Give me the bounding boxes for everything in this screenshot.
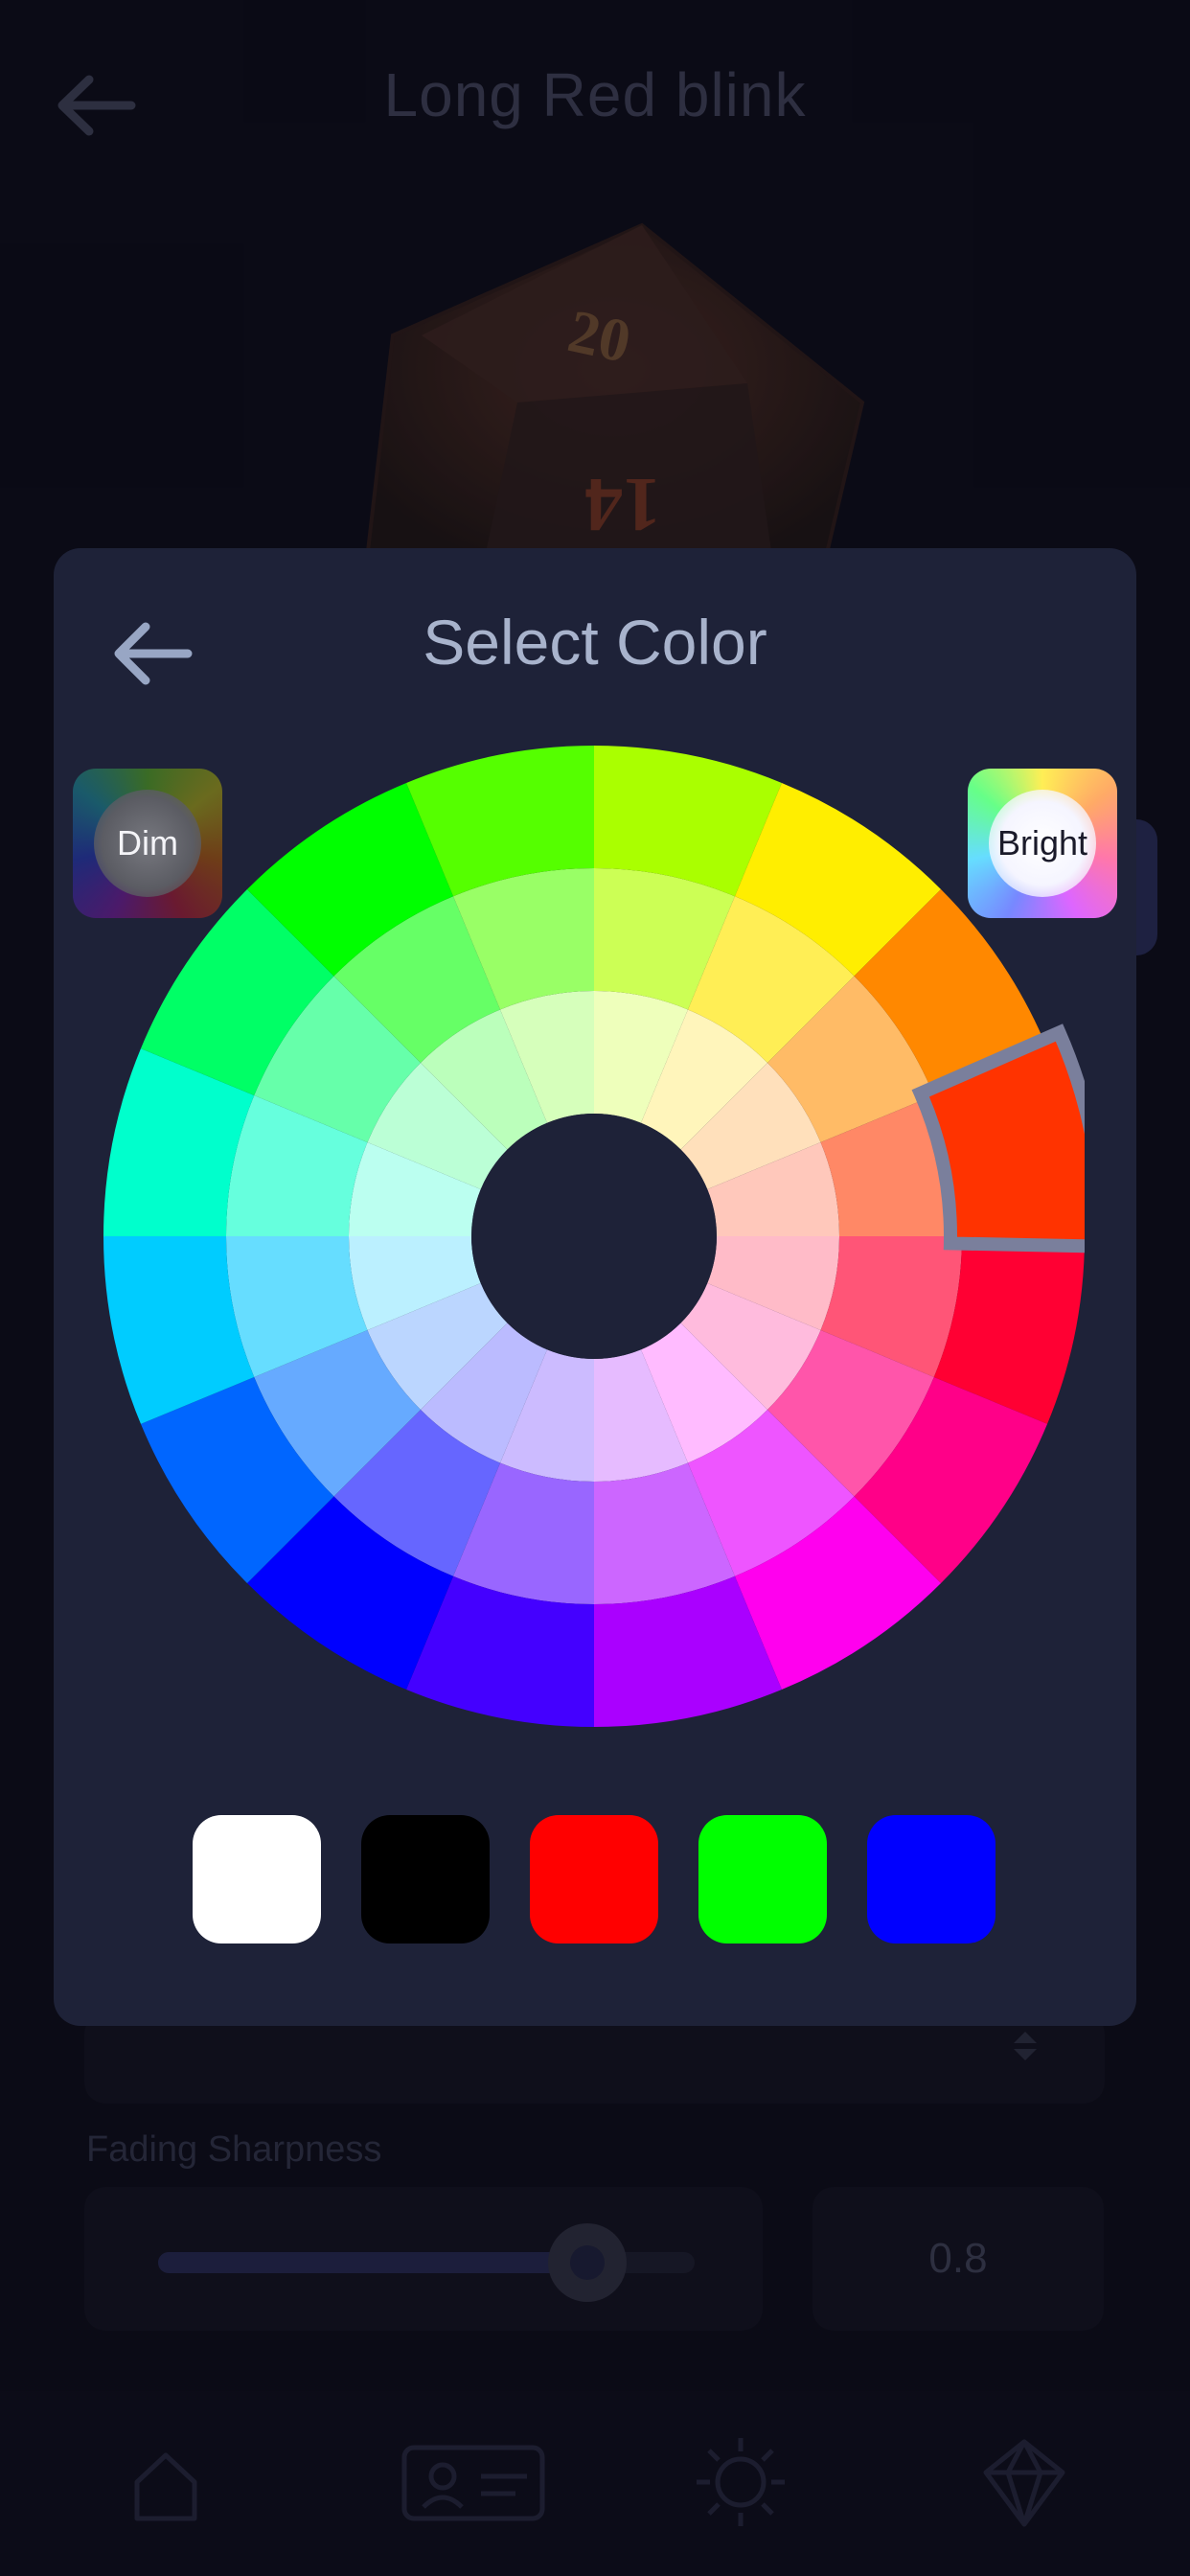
- dialog-title: Select Color: [423, 607, 767, 678]
- swatch-black[interactable]: [361, 1815, 490, 1944]
- color-wheel[interactable]: [103, 746, 1085, 1727]
- swatch-red[interactable]: [530, 1815, 658, 1944]
- bright-button[interactable]: Bright: [968, 769, 1117, 918]
- dim-button[interactable]: Dim: [73, 769, 222, 918]
- swatch-green[interactable]: [698, 1815, 827, 1944]
- swatch-white[interactable]: [193, 1815, 321, 1944]
- dim-label: Dim: [117, 823, 178, 862]
- wheel-center: [471, 1114, 717, 1359]
- color-picker-dialog: Select Color Dim Bright: [54, 548, 1136, 2026]
- bright-label: Bright: [996, 823, 1088, 862]
- swatch-blue[interactable]: [867, 1815, 995, 1944]
